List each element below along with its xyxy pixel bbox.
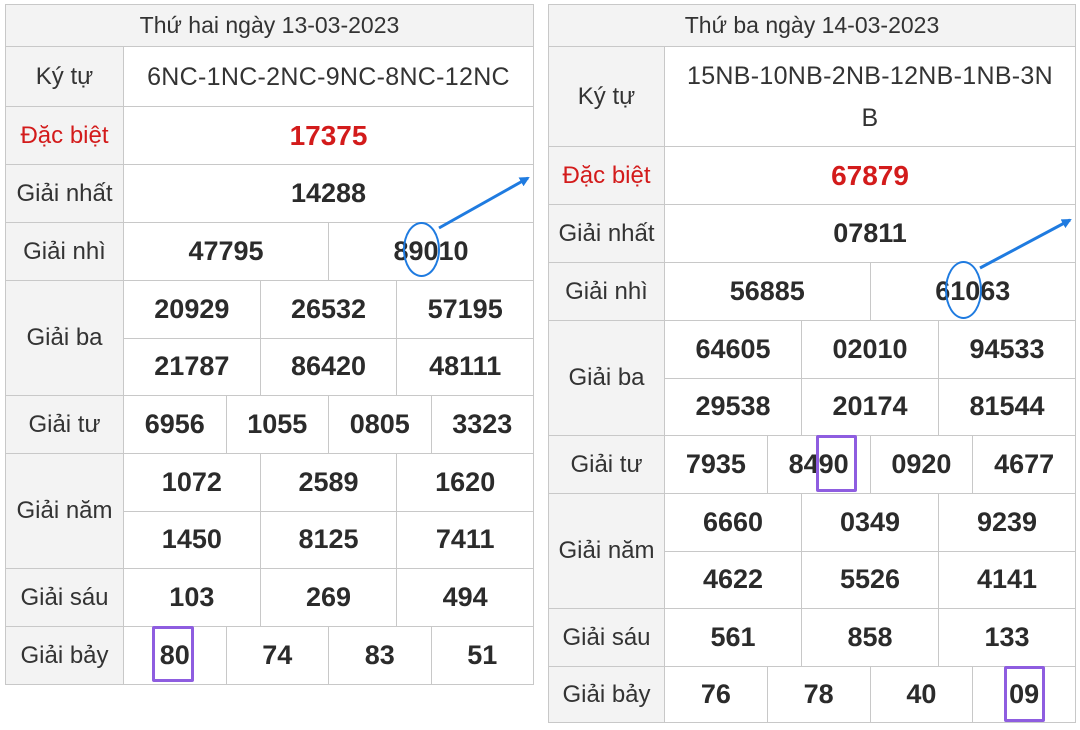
sixth-prize-number: 494 (396, 569, 532, 626)
results-table-left: Thứ hai ngày 13-03-2023 Ký tự 6NC-1NC-2N… (5, 4, 534, 685)
second-prize-number: 56885 (729, 276, 805, 306)
fourth-prize-number: 4677 (972, 436, 1074, 493)
sixth-prize-number: 561 (710, 622, 756, 652)
third-prize-number: 20929 (154, 293, 230, 324)
seventh-prize-number: 40 (869, 667, 973, 722)
label-seventh-prize: Giải bảy (548, 666, 665, 723)
label-fifth-prize: Giải năm (5, 453, 124, 569)
table-header-date: Thứ hai ngày 13-03-2023 (5, 4, 534, 47)
third-prize-number: 26532 (259, 281, 397, 338)
fourth-prize-number: 0920 (869, 436, 973, 493)
third-prize-number: 29538 (695, 391, 771, 422)
sixth-prize-number: 103 (169, 582, 215, 612)
seventh-prize-number: 78 (766, 667, 870, 722)
fifth-prize-number: 7411 (396, 511, 532, 568)
fifth-prize-number: 8125 (259, 511, 397, 568)
label-sixth-prize: Giải sáu (5, 568, 124, 627)
fifth-prize-number: 1450 (161, 524, 222, 555)
label-fifth-prize: Giải năm (548, 493, 665, 609)
label-second-prize: Giải nhì (548, 262, 665, 321)
third-prize-cells: 64605 02010 94533 29538 20174 81544 (664, 320, 1076, 436)
label-third-prize: Giải ba (548, 320, 665, 436)
special-prize-number: 17375 (123, 106, 534, 165)
second-prize-number: 89010 (328, 223, 533, 280)
fifth-prize-number: 4141 (938, 551, 1075, 608)
third-prize-cells: 20929 26532 57195 21787 86420 48111 (123, 280, 534, 396)
third-prize-number: 86420 (259, 338, 397, 395)
fifth-prize-number: 4622 (702, 564, 764, 595)
sixth-prize-number: 133 (938, 609, 1075, 666)
fifth-prize-cells: 1072 2589 1620 1450 8125 7411 (123, 453, 534, 569)
fourth-prize-number: 8490 (766, 436, 870, 493)
results-table-right: Thứ ba ngày 14-03-2023 Ký tự 15NB-10NB-2… (548, 4, 1076, 723)
third-prize-number: 94533 (938, 321, 1075, 378)
lottery-code: 15NB-10NB-2NB-12NB-1NB-3NB (664, 46, 1076, 147)
fourth-prize-number: 6956 (144, 409, 205, 439)
seventh-prize-number: 80 (159, 640, 190, 670)
label-sixth-prize: Giải sáu (548, 608, 665, 667)
fifth-prize-number: 1072 (161, 466, 222, 497)
third-prize-number: 02010 (801, 321, 938, 378)
fourth-prize-number: 3323 (430, 396, 533, 453)
fifth-prize-number: 0349 (801, 494, 938, 551)
fourth-prize-number: 7935 (685, 449, 746, 479)
fourth-prize-number: 1055 (225, 396, 329, 453)
second-prize-number: 47795 (188, 236, 264, 266)
third-prize-number: 81544 (938, 378, 1075, 435)
special-prize-number: 67879 (664, 146, 1076, 205)
label-first-prize: Giải nhất (5, 164, 124, 223)
seventh-prize-number: 09 (972, 667, 1074, 722)
fourth-prize-number: 0805 (328, 396, 431, 453)
seventh-prize-number: 51 (430, 627, 533, 684)
third-prize-number: 21787 (154, 351, 230, 382)
first-prize-number: 07811 (664, 204, 1076, 263)
seventh-prize-cells: 76 78 40 09 (664, 666, 1076, 723)
second-prize-cells: 47795 89010 (123, 222, 534, 281)
label-seventh-prize: Giải bảy (5, 626, 124, 685)
third-prize-number: 48111 (396, 338, 532, 395)
third-prize-number: 57195 (396, 281, 532, 338)
label-special-prize: Đặc biệt (5, 106, 124, 165)
sixth-prize-number: 269 (259, 569, 397, 626)
seventh-prize-number: 74 (225, 627, 329, 684)
second-prize-cells: 56885 61063 (664, 262, 1076, 321)
seventh-prize-number: 76 (700, 679, 731, 709)
lottery-code: 6NC-1NC-2NC-9NC-8NC-12NC (123, 46, 534, 107)
label-first-prize: Giải nhất (548, 204, 665, 263)
seventh-prize-cells: 80 74 83 51 (123, 626, 534, 685)
fifth-prize-number: 2589 (259, 454, 397, 511)
fifth-prize-number: 1620 (396, 454, 532, 511)
sixth-prize-cells: 103 269 494 (123, 568, 534, 627)
fourth-prize-cells: 6956 1055 0805 3323 (123, 395, 534, 454)
sixth-prize-number: 858 (801, 609, 938, 666)
fifth-prize-number: 6660 (702, 506, 764, 537)
second-prize-number: 61063 (869, 263, 1075, 320)
sixth-prize-cells: 561 858 133 (664, 608, 1076, 667)
table-header-date: Thứ ba ngày 14-03-2023 (548, 4, 1076, 47)
fifth-prize-number: 9239 (938, 494, 1075, 551)
label-fourth-prize: Giải tư (5, 395, 124, 454)
fourth-prize-cells: 7935 8490 0920 4677 (664, 435, 1076, 494)
seventh-prize-number: 83 (328, 627, 431, 684)
label-second-prize: Giải nhì (5, 222, 124, 281)
label-third-prize: Giải ba (5, 280, 124, 396)
fifth-prize-number: 5526 (801, 551, 938, 608)
label-code: Ký tự (548, 46, 665, 147)
third-prize-number: 20174 (801, 378, 938, 435)
third-prize-number: 64605 (695, 333, 771, 364)
first-prize-number: 14288 (123, 164, 534, 223)
label-special-prize: Đặc biệt (548, 146, 665, 205)
fifth-prize-cells: 6660 0349 9239 4622 5526 4141 (664, 493, 1076, 609)
label-fourth-prize: Giải tư (548, 435, 665, 494)
label-code: Ký tự (5, 46, 124, 107)
